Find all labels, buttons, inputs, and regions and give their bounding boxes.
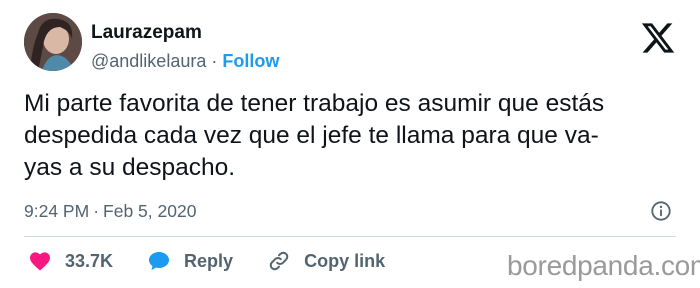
tweet-card: Laurazepam @andlikelaura · Follow Mi parte… (0, 0, 700, 288)
divider (24, 236, 676, 237)
reply-button[interactable]: Reply (147, 249, 233, 273)
like-count: 33.7K (65, 250, 114, 271)
speech-bubble-icon (147, 249, 171, 273)
separator-dot: · (211, 51, 218, 71)
follow-button[interactable]: Follow (222, 51, 279, 71)
separator-dot: · (93, 201, 100, 221)
tweet-actions: 33.7K Reply Copy link (28, 247, 385, 275)
heart-icon (28, 249, 52, 273)
author-handle-row: @andlikelaura · Follow (91, 50, 279, 72)
reply-label: Reply (184, 250, 234, 271)
author-display-name[interactable]: Laurazepam (91, 22, 202, 44)
info-icon[interactable] (650, 200, 672, 222)
tweet-date: Feb 5, 2020 (103, 201, 197, 221)
copy-link-label: Copy link (304, 250, 386, 271)
watermark-text: boredpanda.com (507, 250, 700, 281)
like-button[interactable]: 33.7K (28, 249, 113, 273)
link-icon (267, 249, 291, 273)
tweet-time: 9:24 PM (24, 201, 90, 221)
author-handle[interactable]: @andlikelaura (91, 51, 206, 71)
x-logo-icon[interactable] (640, 20, 676, 56)
copy-link-button[interactable]: Copy link (267, 249, 385, 273)
avatar[interactable] (24, 13, 82, 71)
tweet-timestamp[interactable]: 9:24 PM · Feb 5, 2020 (24, 200, 196, 222)
tweet-text: Mi parte favorita de tener trabajo es as… (24, 90, 605, 181)
